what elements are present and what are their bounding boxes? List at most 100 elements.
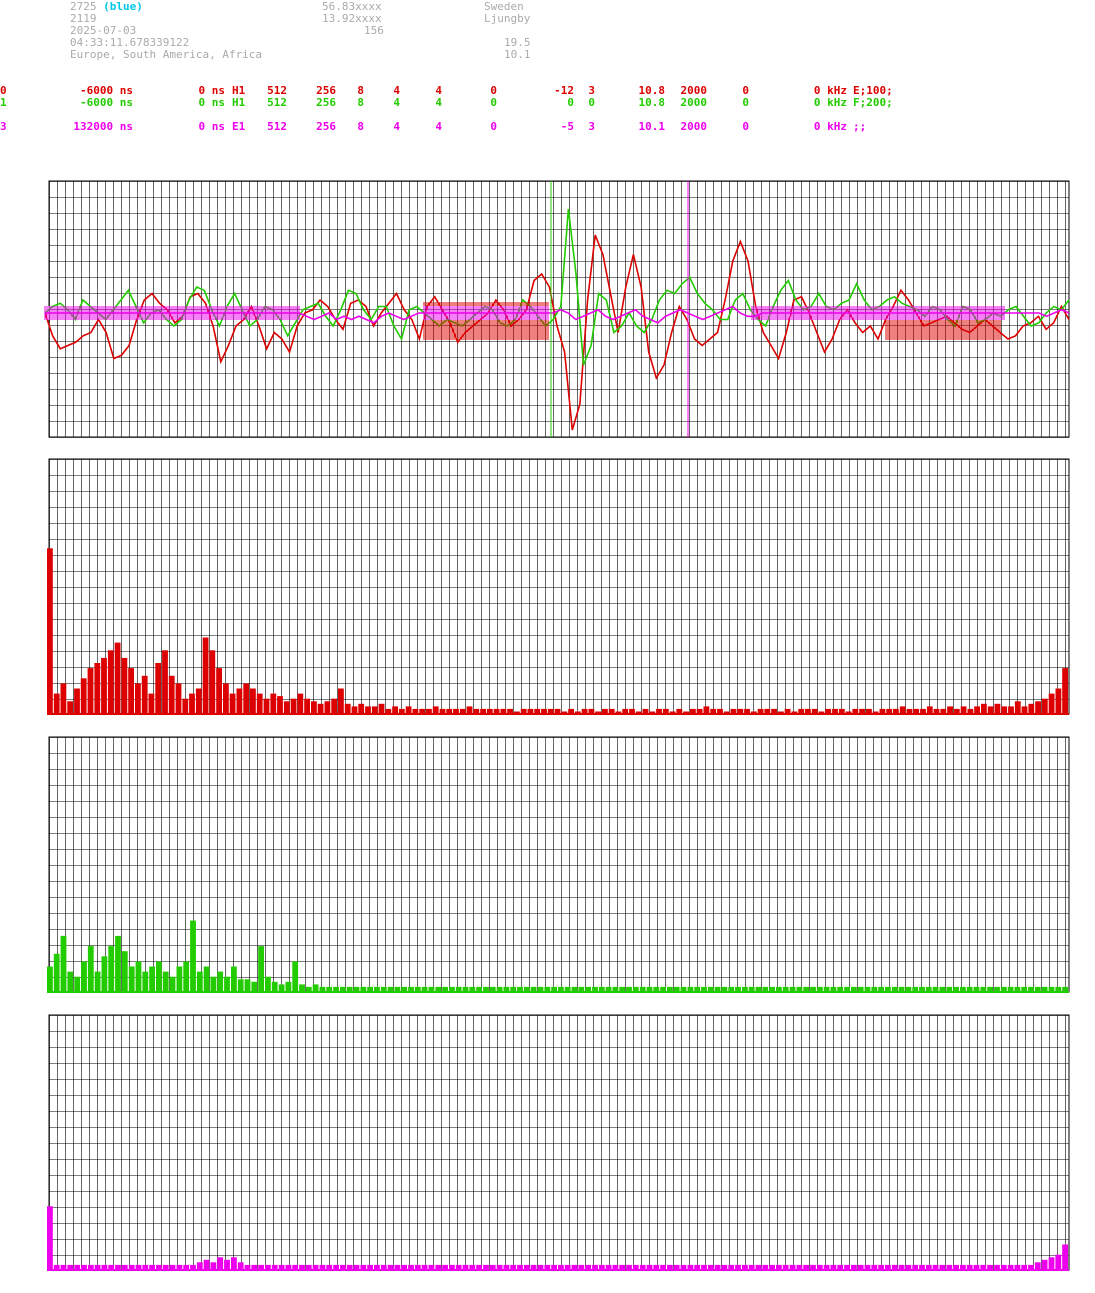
- spectrum-red-bar: [351, 706, 358, 714]
- spectrum-green-bar: [142, 971, 149, 992]
- spectrum-red-bar: [87, 668, 94, 714]
- spectrum-red-bar: [378, 703, 385, 714]
- spectrum-red-bar: [1028, 703, 1035, 714]
- spectrum-red-bar: [1021, 706, 1028, 714]
- spectrum-red-bar: [432, 706, 439, 714]
- spectrum-red-bar: [128, 668, 134, 714]
- spectrum-red-bar: [358, 703, 365, 714]
- spectrum-red-bar: [290, 698, 297, 714]
- spectrum-green-bar: [258, 946, 264, 992]
- panel-4-grid: [48, 1014, 1070, 1271]
- spectrum-red-bar: [981, 703, 987, 714]
- spectrum-red-bar: [317, 703, 324, 714]
- spectrum-green-bar: [312, 984, 319, 992]
- spectrum-magenta-bar: [231, 1257, 237, 1271]
- spectrum-green-bar: [94, 971, 101, 992]
- spectrum-green-bar: [135, 961, 142, 992]
- spectrum-green-bar: [162, 971, 169, 992]
- spectrum-green-bar: [108, 946, 115, 992]
- spectrum-green-bar: [217, 971, 224, 992]
- spectrum-red-bar: [148, 693, 155, 714]
- spectrum-red-bar: [1008, 706, 1014, 714]
- spectrum-red-bar: [987, 706, 994, 714]
- spectrum-green-bar: [251, 981, 258, 992]
- spectrum-red-bar: [1035, 701, 1041, 715]
- spectrum-red-bar: [304, 698, 310, 714]
- spectrum-green-bar: [237, 979, 244, 993]
- spectrum-green-bar: [210, 976, 217, 992]
- spectrum-red-bar: [311, 701, 317, 715]
- spectrum-red-bar: [1062, 668, 1068, 714]
- spectrum-red-bar: [263, 698, 270, 714]
- spectrum-magenta-bar: [210, 1262, 217, 1270]
- spectrum-red-bar: [141, 675, 148, 715]
- spectrum-red-bar: [74, 688, 80, 714]
- spectrum-red-bar: [121, 657, 128, 714]
- spectrum-green-bar: [183, 961, 190, 992]
- spectrum-red-bar: [67, 701, 74, 715]
- spectrum-red-bar: [236, 688, 243, 714]
- spectrum-red-bar: [162, 650, 168, 715]
- spectrum-red-bar: [1041, 698, 1048, 714]
- spectrum-magenta-bar: [1048, 1257, 1055, 1271]
- spectrum-magenta-bar: [1062, 1244, 1068, 1270]
- spectrum-green-bar: [101, 956, 108, 992]
- spectrum-red-bar: [182, 698, 189, 714]
- panel-2-grid: [48, 458, 1070, 715]
- spectrum-red-bar: [209, 650, 216, 715]
- spectrum-green-bar: [128, 966, 135, 992]
- spectrum-green-bar: [53, 953, 60, 993]
- panel-3-grid: [48, 736, 1070, 993]
- spectrum-green-bar: [285, 981, 292, 992]
- spectrum-green-bar: [74, 976, 81, 992]
- spectrum-green-bar: [149, 966, 155, 992]
- spectrum-magenta-bar: [217, 1257, 224, 1271]
- spectrum-red-bar: [189, 693, 195, 714]
- spectrum-red-bar: [899, 706, 906, 714]
- spectrum-green-bar: [265, 976, 271, 992]
- spectrum-green-bar: [67, 971, 74, 992]
- spectrum-green-bar: [121, 951, 128, 992]
- spectrum-red-bar: [392, 706, 398, 714]
- spectrum-green-bar: [81, 961, 87, 992]
- spectrum-green-bar: [156, 961, 162, 992]
- spectrum-magenta-bar: [47, 1206, 53, 1271]
- spectrum-red-bar: [256, 693, 263, 714]
- spectrum-green-bar: [190, 920, 196, 992]
- spectrum-red-bar: [223, 683, 229, 714]
- spectrum-red-bar: [365, 706, 371, 714]
- spectrum-red-bar: [168, 675, 175, 715]
- spectrum-red-bar: [994, 703, 1001, 714]
- magenta-hatch-band-3: [751, 306, 1005, 320]
- spectrum-magenta-bar: [224, 1259, 230, 1270]
- spectrum-red-bar: [60, 683, 67, 714]
- spectrum-magenta-bar: [1055, 1254, 1062, 1270]
- spectrum-red-bar: [47, 548, 53, 715]
- spectrum-red-bar: [101, 657, 107, 714]
- spectrum-green-bar: [203, 966, 210, 992]
- spectrum-green-bar: [87, 946, 94, 992]
- spectrum-green-bar: [271, 981, 278, 992]
- spectrum-red-bar: [371, 706, 378, 714]
- spectrum-red-bar: [331, 698, 338, 714]
- spectrum-red-bar: [974, 706, 980, 714]
- spectrum-green-bar: [47, 966, 53, 992]
- spectrum-green-bar: [299, 984, 305, 992]
- spectrum-magenta-bar: [203, 1259, 210, 1270]
- spectrum-red-bar: [94, 663, 101, 714]
- spectrum-red-bar: [195, 688, 202, 714]
- spectrum-red-bar: [1048, 693, 1055, 714]
- spectrum-green-bar: [176, 966, 183, 992]
- spectrum-red-bar: [135, 683, 141, 714]
- spectrum-red-bar: [53, 693, 60, 714]
- spectrum-magenta-bar: [1034, 1262, 1041, 1270]
- spectrum-red-bar: [283, 701, 290, 715]
- spectrum-red-bar: [250, 688, 256, 714]
- spectrum-red-bar: [324, 701, 331, 715]
- spectrum-red-bar: [202, 637, 209, 714]
- spectrum-red-bar: [1001, 706, 1008, 714]
- spectrum-green-bar: [169, 976, 176, 992]
- spectrum-red-bar: [229, 693, 236, 714]
- charts-canvas: [44, 180, 1070, 1271]
- spectrum-red-bar: [107, 650, 114, 715]
